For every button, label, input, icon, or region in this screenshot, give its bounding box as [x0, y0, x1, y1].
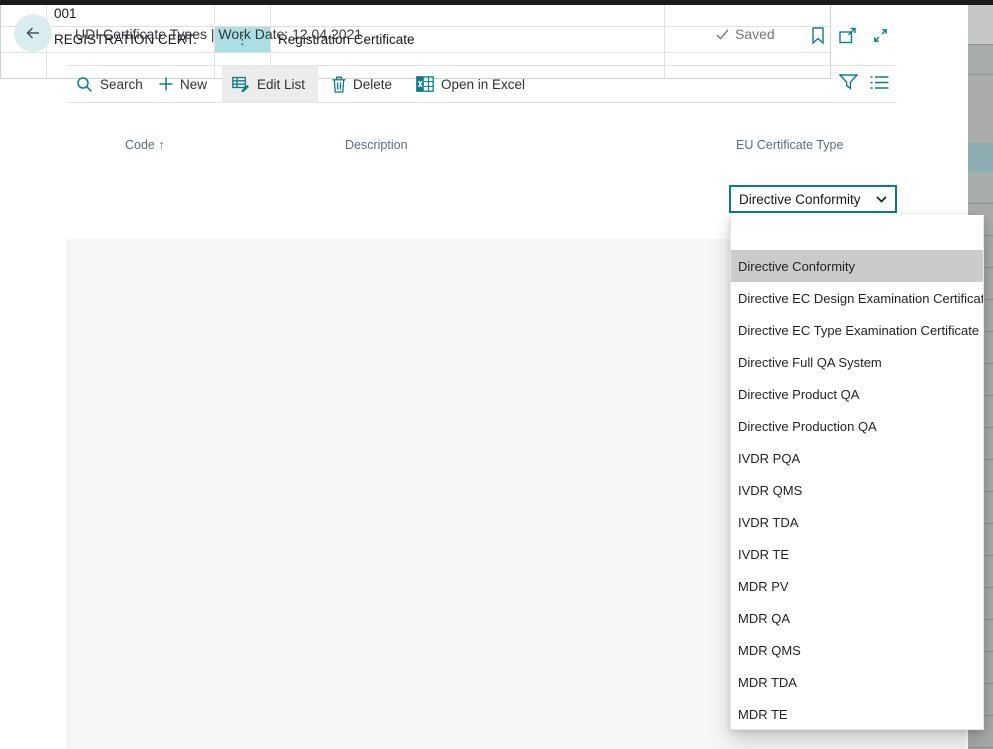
- dropdown-option[interactable]: IVDR TDA: [731, 506, 983, 538]
- dropdown-option[interactable]: IVDR TE: [731, 538, 983, 570]
- column-header-eu-certificate-type[interactable]: EU Certificate Type: [736, 138, 843, 152]
- dropdown-option[interactable]: MDR QA: [731, 602, 983, 634]
- column-header-description-label: Description: [345, 138, 408, 152]
- column-header-eu-type-label: EU Certificate Type: [736, 138, 843, 152]
- app-window: UDI Certificate Types | Work Date: 12.04…: [0, 0, 993, 749]
- bookmark-icon[interactable]: [808, 25, 828, 45]
- column-header-description[interactable]: Description: [345, 138, 408, 152]
- dropdown-option[interactable]: IVDR QMS: [731, 474, 983, 506]
- browser-top-edge: [0, 0, 993, 5]
- row-indicator-cell[interactable]: [1, 53, 47, 78]
- excel-icon: [416, 76, 434, 92]
- new-label: New: [180, 77, 207, 92]
- column-header-code[interactable]: Code ↑: [125, 138, 165, 152]
- plus-icon: [159, 77, 173, 91]
- divider: [67, 102, 897, 103]
- edit-list-button[interactable]: Edit List: [222, 66, 318, 102]
- column-header-code-label: Code: [125, 138, 155, 152]
- open-in-excel-label: Open in Excel: [441, 77, 525, 92]
- dropdown-option-blank[interactable]: [731, 215, 983, 250]
- sort-ascending-icon: ↑: [158, 138, 164, 152]
- edit-list-icon: [232, 76, 250, 92]
- dropdown-option[interactable]: Directive Product QA: [731, 378, 983, 410]
- dropdown-option[interactable]: MDR TDA: [731, 666, 983, 698]
- delete-label: Delete: [353, 77, 392, 92]
- eu-certificate-type-select[interactable]: Directive Conformity: [729, 185, 897, 213]
- strip-selected-row: [968, 143, 993, 172]
- strip-segment: [968, 5, 993, 45]
- dropdown-option[interactable]: MDR TE: [731, 698, 983, 730]
- search-label: Search: [100, 77, 143, 92]
- dropdown-option-selected[interactable]: Directive Conformity: [731, 250, 983, 282]
- trash-icon: [332, 76, 346, 93]
- filter-icon[interactable]: [839, 74, 859, 94]
- dropdown-option[interactable]: MDR QMS: [731, 634, 983, 666]
- back-arrow-icon: [24, 24, 42, 42]
- save-status-label: Saved: [735, 26, 775, 42]
- dropdown-option[interactable]: IVDR PQA: [731, 442, 983, 474]
- page-title: UDI Certificate Types | Work Date: 12.04…: [75, 26, 362, 42]
- open-in-excel-button[interactable]: Open in Excel: [416, 66, 525, 102]
- search-icon: [76, 76, 93, 93]
- expand-icon[interactable]: [870, 25, 890, 45]
- dropdown-option[interactable]: Directive EC Type Examination Certificat…: [731, 314, 983, 346]
- eu-certificate-type-dropdown: Directive Conformity Directive EC Design…: [730, 215, 984, 730]
- new-button[interactable]: New: [159, 66, 207, 102]
- back-button[interactable]: [14, 14, 52, 52]
- strip-segment: [968, 45, 993, 75]
- view-options-icon[interactable]: [870, 75, 890, 93]
- delete-button[interactable]: Delete: [332, 66, 392, 102]
- search-button[interactable]: Search: [76, 66, 143, 102]
- save-status: Saved: [716, 26, 775, 42]
- dropdown-option[interactable]: Directive Full QA System: [731, 346, 983, 378]
- dropdown-option[interactable]: Directive Production QA: [731, 410, 983, 442]
- select-value: Directive Conformity: [739, 192, 876, 207]
- checkmark-icon: [716, 29, 729, 40]
- edit-list-label: Edit List: [257, 77, 305, 92]
- dropdown-option[interactable]: Directive EC Design Examination Certific…: [731, 282, 983, 314]
- dropdown-option[interactable]: MDR PV: [731, 570, 983, 602]
- chevron-down-icon: [876, 196, 887, 203]
- open-in-new-window-icon[interactable]: [838, 25, 858, 45]
